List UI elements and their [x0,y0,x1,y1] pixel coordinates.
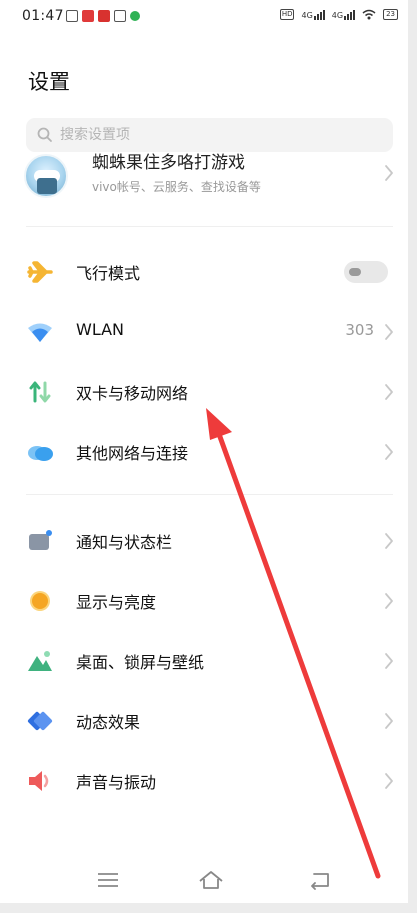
status-indicators: HD 4G 4G 23 [279,9,398,20]
setting-airplane-mode[interactable]: 飞行模式 [0,242,408,302]
sound-icon [29,771,49,791]
battery-icon: 23 [383,9,398,20]
setting-label: 动态效果 [76,713,141,732]
toggle-knob [349,268,361,276]
wifi-status-icon [362,9,376,20]
navigation-bar [0,860,408,900]
account-row[interactable]: 蜘蛛果住多咯打游戏 vivo帐号、云服务、查找设备等 [0,152,408,202]
wallpaper-icon [28,651,52,671]
chevron-right-icon [385,165,393,181]
signal-1-label: 4G [301,11,313,20]
setting-label: 飞行模式 [76,264,141,283]
divider [26,494,393,495]
cloud-icon [28,446,53,461]
status-bar: 01:47 HD 4G 4G 23 [0,0,408,34]
app-notification-icon [82,10,94,22]
menu-icon[interactable] [94,866,122,894]
settings-screen: 01:47 HD 4G 4G 23 设置 搜索设置项 蜘蛛果住多咯打游戏 viv… [0,0,408,903]
hd-badge: HD [279,9,295,20]
wifi-icon [28,323,52,342]
back-icon[interactable] [306,866,334,894]
setting-notifications-status-bar[interactable]: 通知与状态栏 [0,511,408,571]
chevron-right-icon [385,593,393,609]
setting-wlan[interactable]: WLAN 303 [0,302,408,362]
airplane-mode-toggle[interactable] [344,261,388,283]
chevron-right-icon [385,713,393,729]
airplane-icon [27,261,53,283]
search-input[interactable] [60,118,380,152]
setting-label: 声音与振动 [76,773,157,792]
account-name: 蜘蛛果住多咯打游戏 [92,153,245,173]
chevron-right-icon [385,444,393,460]
news-notification-icon [114,10,126,22]
signal-icon-1: 4G [301,9,325,20]
setting-dynamic-effects[interactable]: 动态效果 [0,691,408,751]
dual-sim-icon [29,381,51,403]
animation-icon [27,711,53,731]
signal-icon-2: 4G [331,9,356,20]
chevron-right-icon [385,384,393,400]
signal-2-label: 4G [331,11,344,20]
chevron-right-icon [385,653,393,669]
setting-desktop-lockscreen-wallpaper[interactable]: 桌面、锁屏与壁纸 [0,631,408,691]
chevron-right-icon [385,773,393,789]
chevron-right-icon [385,324,393,340]
account-subtitle: vivo帐号、云服务、查找设备等 [92,180,261,194]
search-bar[interactable] [26,118,393,152]
brightness-icon [30,591,50,611]
page-title: 设置 [28,70,70,94]
chevron-right-icon [385,533,393,549]
setting-label: 双卡与移动网络 [76,384,189,403]
setting-label: 通知与状态栏 [76,533,173,552]
setting-label: 其他网络与连接 [76,444,189,463]
wlan-network-name: 303 [345,321,374,339]
green-app-notification-icon [130,11,140,21]
setting-label: 显示与亮度 [76,593,157,612]
status-time: 01:47 [22,8,64,24]
setting-display-brightness[interactable]: 显示与亮度 [0,571,408,631]
setting-other-networks[interactable]: 其他网络与连接 [0,422,408,482]
gallery-notification-icon [66,10,78,22]
notification-icon [29,530,52,550]
setting-label: 桌面、锁屏与壁纸 [76,653,205,672]
search-icon [37,127,52,142]
setting-dual-sim-mobile-network[interactable]: 双卡与移动网络 [0,362,408,422]
divider [26,226,393,227]
shopping-notification-icon [98,10,110,22]
setting-label: WLAN [76,320,125,339]
avatar [24,154,68,198]
setting-sound-vibration[interactable]: 声音与振动 [0,751,408,811]
notification-icons [66,10,140,22]
home-icon[interactable] [197,866,225,894]
